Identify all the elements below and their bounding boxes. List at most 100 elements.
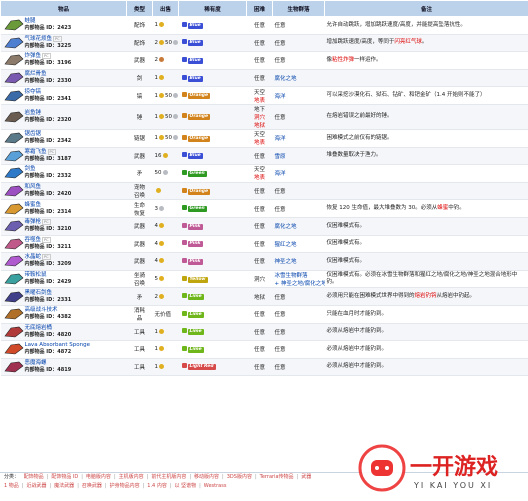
- category-separator: |: [199, 483, 201, 489]
- item-name-link[interactable]: 腐烂骨鱼: [25, 71, 47, 77]
- category-link[interactable]: Terraria传物品: [260, 474, 294, 480]
- item-name-link[interactable]: 炸弹鱼: [25, 53, 42, 59]
- biome-value[interactable]: 冰雪生物群落: [275, 273, 308, 279]
- item-sprite-icon[interactable]: [3, 166, 25, 180]
- item-sprite-icon[interactable]: [3, 272, 25, 286]
- location-value: 天空: [254, 90, 265, 96]
- item-sprite-icon[interactable]: [3, 360, 25, 374]
- item-name-block: 无底熔岩桶内部物品 ID：4820: [25, 325, 72, 339]
- item-sprite-icon[interactable]: [3, 325, 25, 339]
- item-name-link[interactable]: 吞噬鱼: [25, 237, 42, 243]
- category-link[interactable]: 移动版内容: [194, 474, 219, 480]
- biome-value[interactable]: 猩红之地: [275, 242, 297, 248]
- category-link[interactable]: 近战武器: [26, 483, 46, 489]
- item-name-link[interactable]: 无底熔岩桶: [25, 325, 53, 331]
- item-sprite-icon[interactable]: [3, 307, 25, 321]
- biome-value: 任意: [275, 347, 286, 353]
- location-value-2[interactable]: 地表: [254, 140, 265, 146]
- location-value: 任意: [254, 312, 265, 318]
- gold-coin-icon: [159, 329, 164, 334]
- location-value-3[interactable]: 地狱: [254, 123, 265, 129]
- notes-link[interactable]: 闪亮红气球: [394, 39, 422, 45]
- item-name-link[interactable]: 水晶蛇: [25, 254, 42, 260]
- category-link[interactable]: 配饰物品 ID: [51, 474, 78, 480]
- location-value-2[interactable]: 地表: [254, 175, 265, 181]
- category-link[interactable]: 护身物品内容: [110, 483, 140, 489]
- category-link[interactable]: 武器: [301, 474, 311, 480]
- item-name-link[interactable]: 剑鱼: [25, 166, 36, 172]
- category-link[interactable]: 配饰物品: [24, 474, 44, 480]
- rarity-badge: Pink: [188, 241, 203, 247]
- item-sprite-icon[interactable]: [3, 342, 25, 356]
- item-id-value: 4820: [57, 332, 71, 338]
- biome-value: 任意: [275, 58, 286, 64]
- category-link[interactable]: 电脑版内容: [86, 474, 111, 480]
- biome-value-2[interactable]: + 神圣之地/腐化之地: [275, 281, 325, 287]
- item-name-link[interactable]: 蜂蜜鱼: [25, 202, 42, 208]
- notes-link[interactable]: 熔岩钓钩: [415, 293, 437, 299]
- item-name-link[interactable]: 毒弹枪: [25, 219, 42, 225]
- item-name-link[interactable]: 和风鱼: [25, 184, 42, 190]
- category-label: 分类：: [4, 474, 19, 480]
- item-name-link[interactable]: 气球花烦鱼: [25, 36, 53, 42]
- biome-value[interactable]: 海洋: [275, 171, 286, 177]
- item-name-link[interactable]: 锯齿锯: [25, 131, 42, 137]
- item-sprite-icon[interactable]: [3, 131, 25, 145]
- header-hardmode[interactable]: 困难: [247, 1, 273, 17]
- biome-value[interactable]: 腐化之地: [275, 76, 297, 82]
- category-link[interactable]: 1 物品: [4, 483, 19, 489]
- item-name-block: 气球花烦鱼PC内部物品 ID：3225: [25, 36, 72, 50]
- biome-value[interactable]: 海洋: [275, 136, 286, 142]
- item-name-link[interactable]: 高级战斗技术: [25, 307, 58, 313]
- header-item[interactable]: 物品: [1, 1, 127, 17]
- item-name-link[interactable]: 恶魔海螺: [25, 360, 47, 366]
- category-link[interactable]: 前代主机版内容: [151, 474, 186, 480]
- category-link[interactable]: 召唤武器: [82, 483, 102, 489]
- item-sprite-icon[interactable]: [3, 36, 25, 50]
- rarity-star-icon: [182, 363, 187, 368]
- item-sprite-icon[interactable]: [3, 290, 25, 304]
- category-link[interactable]: 魔法武器: [54, 483, 74, 489]
- item-sprite-icon[interactable]: [3, 219, 25, 233]
- item-sprite-icon[interactable]: [3, 89, 25, 103]
- header-sell[interactable]: 出售: [153, 1, 179, 17]
- item-sprite-icon[interactable]: [3, 237, 25, 251]
- biome-value[interactable]: 海洋: [275, 94, 286, 100]
- item-name-link[interactable]: 掠夺镐: [25, 89, 42, 95]
- category-link[interactable]: 3DS版内容: [227, 474, 252, 480]
- item-name-link[interactable]: Lava Absorbant Sponge: [25, 342, 91, 348]
- item-name-link[interactable]: 黑曜石剑鱼: [25, 290, 53, 296]
- item-sprite-icon[interactable]: [3, 184, 25, 198]
- biome-cell: 神圣之地: [273, 253, 325, 271]
- item-sprite-icon[interactable]: [3, 202, 25, 216]
- notes-link[interactable]: 蜂蜜: [437, 205, 448, 211]
- item-name-link[interactable]: 带鞍松鼠: [25, 272, 47, 278]
- item-sprite-icon[interactable]: [3, 110, 25, 124]
- item-name-link[interactable]: 蛙腿: [25, 18, 36, 24]
- header-notes[interactable]: 备注: [325, 1, 528, 17]
- item-name-link[interactable]: 岩鱼锤: [25, 110, 42, 116]
- biome-value[interactable]: 腐化之地: [275, 224, 297, 230]
- notes-link[interactable]: 粘性炸弹: [332, 57, 354, 63]
- item-sprite-icon[interactable]: [3, 53, 25, 67]
- notes-cell: 必须从熔岩中才能钓到。: [325, 358, 528, 376]
- biome-value[interactable]: 雪原: [275, 154, 286, 160]
- item-sprite-icon[interactable]: [3, 71, 25, 85]
- location-cell: 地狱: [247, 288, 273, 306]
- category-link[interactable]: Westrass: [204, 483, 227, 489]
- item-sprite-icon[interactable]: [3, 254, 25, 268]
- header-rarity[interactable]: 稀有度: [179, 1, 247, 17]
- header-biome[interactable]: 生物群落: [273, 1, 325, 17]
- pc-version-badge: PC: [42, 254, 51, 260]
- biome-value[interactable]: 神圣之地: [275, 259, 297, 265]
- category-link[interactable]: 以 坚谱物: [175, 483, 197, 489]
- item-sprite-icon[interactable]: [3, 149, 25, 163]
- item-sprite-icon[interactable]: [3, 18, 25, 32]
- item-name-link[interactable]: 寒霜飞鱼: [25, 149, 47, 155]
- category-link[interactable]: 主机版内容: [119, 474, 144, 480]
- location-value-2[interactable]: 洞穴: [254, 115, 265, 121]
- location-value-2[interactable]: 地表: [254, 98, 265, 104]
- header-type[interactable]: 类型: [127, 1, 153, 17]
- category-link[interactable]: 1.4 内容: [147, 483, 167, 489]
- item-name-block: 黑曜石剑鱼内部物品 ID：2331: [25, 290, 72, 304]
